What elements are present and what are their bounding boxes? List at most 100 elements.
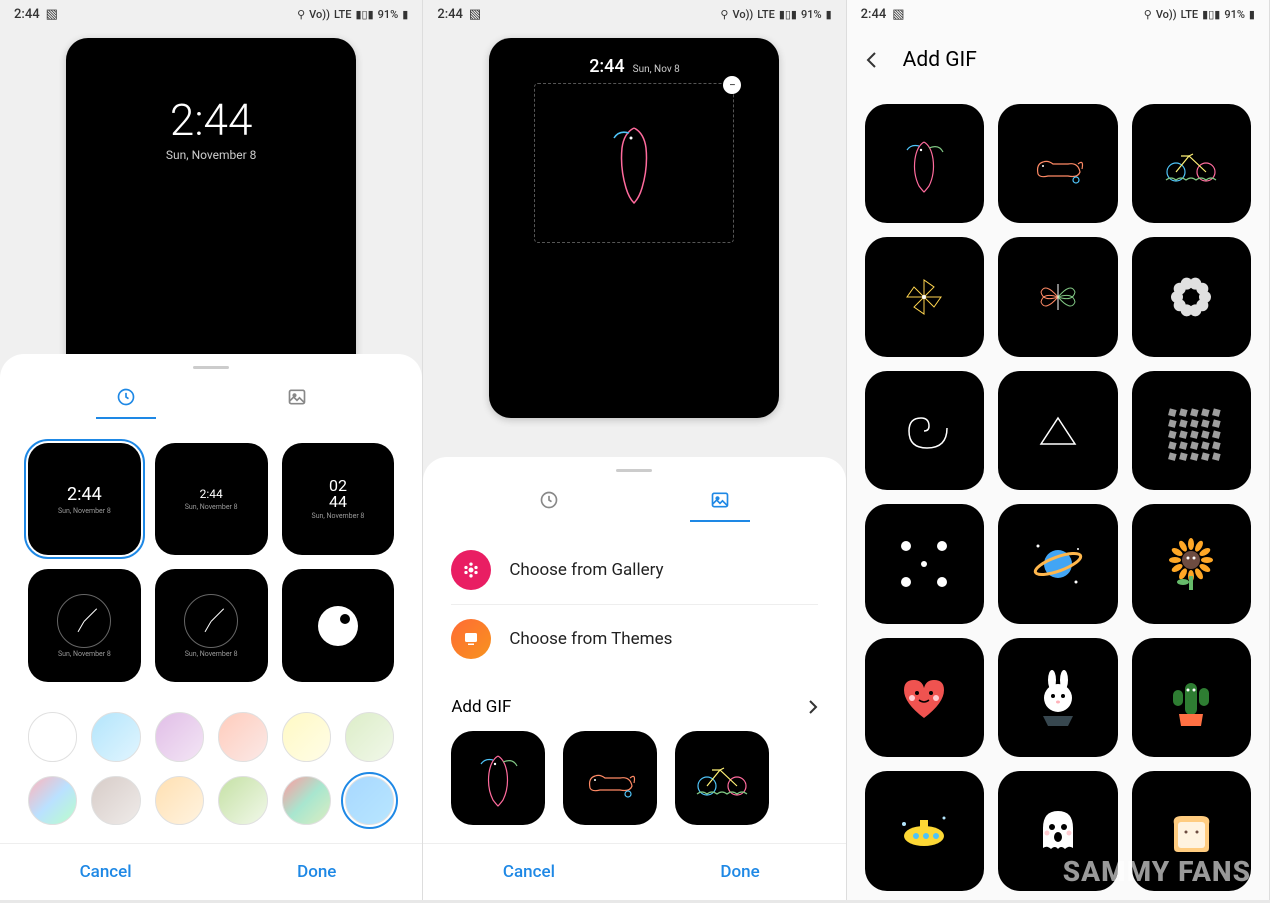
image-icon [287,387,307,407]
back-button[interactable] [863,51,887,69]
bottom-sheet: 2:44Sun, November 8 2:44Sun, November 8 … [0,354,422,900]
color-swatch-0[interactable] [28,712,77,761]
status-time: 2:44 [14,7,40,22]
themes-label: Choose from Themes [509,629,672,649]
clock-style-analog-1[interactable]: Sun, November 8 [28,569,141,682]
clock-grid: 2:44Sun, November 8 2:44Sun, November 8 … [0,425,422,701]
gif-cell-spiral[interactable] [865,371,984,490]
drag-handle[interactable] [616,469,652,472]
gif-cell-parrot[interactable] [865,104,984,223]
gif-cell-submarine[interactable] [865,771,984,890]
color-swatch-3[interactable] [218,712,267,761]
gif-thumb-cat[interactable] [563,731,657,825]
color-swatch-7[interactable] [91,776,140,825]
gif-cell-flower-ring[interactable] [1132,237,1251,356]
tab-clock[interactable] [519,484,579,516]
cancel-button[interactable]: Cancel [0,844,211,900]
bottom-sheet: Choose from Gallery Choose from Themes A… [423,457,845,900]
clock-icon [116,387,136,407]
gif-cell-pinwheel[interactable] [865,237,984,356]
gif-cell-sunflower[interactable] [1132,504,1251,623]
gallery-label: Choose from Gallery [509,560,663,580]
tab-image[interactable] [267,381,327,413]
color-swatch-8[interactable] [155,776,204,825]
color-swatch-1[interactable] [91,712,140,761]
add-gif-label: Add GIF [451,697,511,717]
gif-cell-planet[interactable] [998,504,1117,623]
clock-style-analog-2[interactable]: Sun, November 8 [155,569,268,682]
battery-pct: 91% [378,8,399,21]
gif-cell-heart[interactable] [865,638,984,757]
analog-face [184,594,238,648]
gif-thumbnails [451,731,817,825]
screenshot-icon: ▧ [46,7,58,22]
tab-clock[interactable] [96,381,156,413]
volte-icon: Vo)) [309,8,330,21]
clock-style-simple[interactable] [282,569,395,682]
gallery-icon [451,550,491,590]
clock-style-small[interactable]: 2:44Sun, November 8 [155,443,268,556]
gif-cell-bicycle[interactable] [1132,104,1251,223]
preview-time: 2:44 [589,56,624,77]
color-swatch-10[interactable] [282,776,331,825]
done-button[interactable]: Done [635,844,846,900]
gif-cell-cactus[interactable] [1132,638,1251,757]
preview-time: 2:44 [166,98,257,142]
signal-icon: ▮▯▮ [355,8,373,21]
done-button[interactable]: Done [211,844,422,900]
choose-themes-option[interactable]: Choose from Themes [423,605,845,673]
gif-cell-cubes[interactable] [1132,371,1251,490]
clock-icon [539,490,559,510]
option-list: Choose from Gallery Choose from Themes [423,528,845,681]
page-header: Add GIF [847,28,1269,92]
gif-thumb-bicycle[interactable] [675,731,769,825]
status-bar: 2:44▧ ⚲Vo))LTE▮▯▮91%▮ [847,0,1269,28]
clock-style-large[interactable]: 2:44Sun, November 8 [28,443,141,556]
choose-gallery-option[interactable]: Choose from Gallery [423,536,845,604]
watermark: SAMMY FANS [1063,855,1251,888]
gif-section: Add GIF [423,681,845,843]
chevron-right-icon [808,699,818,715]
gif-cell-bunny[interactable] [998,638,1117,757]
bluetooth-icon: ⚲ [297,8,305,21]
drag-handle[interactable] [193,366,229,369]
battery-icon: ▮ [402,8,408,21]
gif-thumb-parrot[interactable] [451,731,545,825]
color-swatch-4[interactable] [282,712,331,761]
color-swatch-2[interactable] [155,712,204,761]
action-bar: Cancel Done [423,843,845,900]
tab-image[interactable] [690,484,750,516]
add-gif-row[interactable]: Add GIF [451,691,817,731]
gif-placement-frame[interactable]: − [534,83,734,243]
page-title: Add GIF [903,48,977,72]
tabs [0,381,422,425]
clock-style-digital[interactable]: 0244Sun, November 8 [282,443,395,556]
parrot-gif-preview [604,118,664,208]
cancel-button[interactable]: Cancel [423,844,634,900]
bluetooth-icon: ⚲ [720,8,728,21]
analog-face [57,594,111,648]
status-time: 2:44 [437,7,463,22]
gif-grid [847,92,1269,903]
screenshot-icon: ▧ [469,7,481,22]
aod-preview: 2:44 Sun, Nov 8 − [423,28,845,428]
simple-analog-face [318,606,358,646]
gif-cell-butterfly[interactable] [998,237,1117,356]
status-bar: 2:44 ▧ ⚲ Vo)) LTE ▮▯▮ 91% ▮ [0,0,422,28]
gif-cell-dots[interactable] [865,504,984,623]
color-swatch-6[interactable] [28,776,77,825]
gif-cell-cat[interactable] [998,104,1117,223]
color-swatch-9[interactable] [218,776,267,825]
color-swatch-11[interactable] [345,776,394,825]
screen-image-style: 2:44▧ ⚲Vo))LTE▮▯▮91%▮ 2:44 Sun, Nov 8 − … [423,0,846,900]
color-swatch-5[interactable] [345,712,394,761]
signal-lte: LTE [334,8,352,21]
preview-date: Sun, Nov 8 [633,64,680,75]
themes-icon [451,619,491,659]
screen-clock-style: 2:44 ▧ ⚲ Vo)) LTE ▮▯▮ 91% ▮ 2:44 Sun, Nov… [0,0,423,900]
remove-gif-button[interactable]: − [723,76,741,94]
gif-cell-triangle[interactable] [998,371,1117,490]
color-grid [0,700,422,843]
bluetooth-icon: ⚲ [1144,8,1152,21]
tabs [423,484,845,528]
